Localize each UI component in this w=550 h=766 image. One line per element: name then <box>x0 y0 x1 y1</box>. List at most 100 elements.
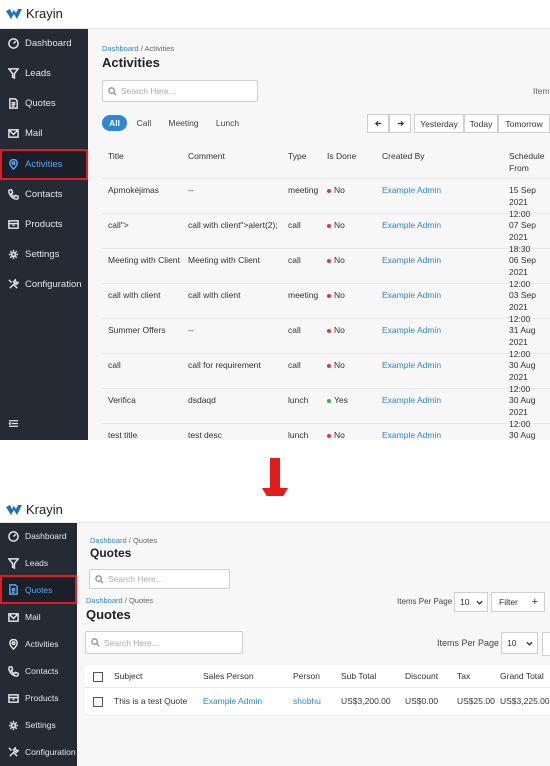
items-per-page-select-ghost[interactable]: 10 <box>454 592 488 612</box>
search-input[interactable]: Search Here... <box>85 631 243 654</box>
created-by-link[interactable]: Example Admin <box>382 254 441 266</box>
column-header-comment[interactable]: Comment <box>188 150 225 162</box>
app-logo[interactable]: Krayin <box>6 6 63 21</box>
column-header-title[interactable]: Title <box>108 150 124 162</box>
done-value: No <box>334 360 345 370</box>
app-logo[interactable]: Krayin <box>6 502 63 517</box>
items-per-page-select[interactable]: 10 <box>501 632 538 654</box>
sidebar-item-products[interactable]: Products <box>0 685 77 711</box>
sidebar-item-label: Contacts <box>25 188 63 200</box>
yesterday-button[interactable]: Yesterday <box>414 114 464 133</box>
sidebar-item-label: Configuration <box>25 747 76 757</box>
search-input-ghost[interactable]: Search Here... <box>89 569 230 589</box>
table-header: Subject Sales Person Person Sub Total Di… <box>85 665 550 688</box>
search-placeholder: Search Here... <box>108 574 163 584</box>
created-by-link[interactable]: Example Admin <box>382 184 441 196</box>
table-row[interactable]: Meeting with Client Meeting with Client ca… <box>102 248 550 289</box>
sidebar-item-activities[interactable]: Activities <box>0 631 77 657</box>
created-by-link[interactable]: Example Admin <box>382 394 441 406</box>
sidebar-item-dashboard[interactable]: Dashboard <box>0 29 88 57</box>
sidebar-item-products[interactable]: Products <box>0 210 88 238</box>
filter-button-edge[interactable] <box>542 632 550 656</box>
sidebar-item-configuration[interactable]: Configuration <box>0 270 88 298</box>
table-row[interactable]: Verifica dsdaqd lunch Yes Example Admin 30 Au… <box>102 388 550 429</box>
sidebar-item-contacts[interactable]: Contacts <box>0 180 88 208</box>
select-all-checkbox[interactable] <box>93 672 103 682</box>
created-by-link[interactable]: Example Admin <box>382 359 441 371</box>
created-by-link[interactable]: Example Admin <box>382 429 441 440</box>
wrench-icon <box>6 277 20 291</box>
search-input[interactable]: Search Here... <box>102 80 258 102</box>
column-header-subject[interactable]: Subject <box>114 670 142 682</box>
activity-comment: Meeting with Client <box>188 255 260 265</box>
search-placeholder: Search Here... <box>121 86 176 96</box>
filter-call-tab[interactable]: Call <box>133 115 155 131</box>
activity-title: call with client <box>108 290 161 300</box>
chevron-down-icon <box>476 600 483 605</box>
table-row[interactable]: test title test desc lunch No Example Admin 3… <box>102 423 550 440</box>
sidebar-item-label: Leads <box>25 67 51 79</box>
table-row[interactable]: This is a test Quote Example Admin shobh… <box>85 687 550 716</box>
table-row[interactable]: Apmokėjimas -- meeting No Example Admin 15 Se… <box>102 178 550 219</box>
table-row[interactable]: call with client call with client meeting N… <box>102 283 550 324</box>
column-header-sales-person[interactable]: Sales Person <box>203 670 254 682</box>
created-by-link[interactable]: Example Admin <box>382 289 441 301</box>
column-header-created-by[interactable]: Created By <box>382 150 425 162</box>
prev-date-button[interactable] <box>367 114 389 133</box>
column-header-person[interactable]: Person <box>293 670 320 682</box>
quotes-screenshot: Krayin Dashboard Leads Quotes Mail Activ… <box>0 496 550 766</box>
created-by-link[interactable]: Example Admin <box>382 324 441 336</box>
column-header-discount[interactable]: Discount <box>405 670 438 682</box>
sidebar-item-quotes[interactable]: Quotes <box>0 575 77 604</box>
sidebar-item-leads[interactable]: Leads <box>0 59 88 87</box>
column-header-grand-total[interactable]: Grand Total <box>500 670 544 682</box>
filter-meeting-tab[interactable]: Meeting <box>165 115 202 131</box>
sidebar-item-quotes[interactable]: Quotes <box>0 89 88 117</box>
activity-comment: -- <box>188 185 194 195</box>
sidebar-item-mail[interactable]: Mail <box>0 119 88 147</box>
person-link[interactable]: shobhu <box>293 695 321 707</box>
sidebar-item-contacts[interactable]: Contacts <box>0 658 77 684</box>
next-date-button[interactable] <box>389 114 411 133</box>
created-by-link[interactable]: Example Admin <box>382 219 441 231</box>
column-header-schedule-from[interactable]: Schedule From <box>509 150 549 174</box>
table-row[interactable]: Summer Offers -- call No Example Admin 31 Aug… <box>102 318 550 359</box>
column-header-tax[interactable]: Tax <box>457 670 470 682</box>
filter-all-tab[interactable]: All <box>102 115 127 131</box>
filter-lunch-tab[interactable]: Lunch <box>212 115 243 131</box>
sidebar-item-dashboard[interactable]: Dashboard <box>0 523 77 549</box>
sidebar-item-label: Products <box>25 218 63 230</box>
collapse-sidebar-icon[interactable] <box>8 418 19 432</box>
sidebar-item-label: Settings <box>25 248 60 260</box>
sidebar-item-mail[interactable]: Mail <box>0 604 77 630</box>
sidebar-item-label: Settings <box>25 720 56 730</box>
sidebar-item-settings[interactable]: Settings <box>0 712 77 738</box>
page-title: Quotes <box>86 607 131 622</box>
table-row[interactable]: call"> call with client">alert(2); call No E… <box>102 213 550 254</box>
filter-button[interactable]: Filter + <box>491 592 545 612</box>
sidebar-item-configuration[interactable]: Configuration <box>0 739 77 765</box>
column-header-sub-total[interactable]: Sub Total <box>341 670 376 682</box>
app-name: Krayin <box>26 502 63 517</box>
activity-done: No <box>327 429 345 440</box>
today-button[interactable]: Today <box>464 114 498 133</box>
sidebar-item-label: Activities <box>25 639 59 649</box>
sales-person-link[interactable]: Example Admin <box>203 695 262 707</box>
row-checkbox[interactable] <box>93 697 103 707</box>
tomorrow-button[interactable]: Tomorrow <box>498 114 550 133</box>
breadcrumb-dashboard-link[interactable]: Dashboard <box>90 536 127 545</box>
sidebar-item-activities[interactable]: Activities <box>0 149 88 180</box>
sidebar-item-leads[interactable]: Leads <box>0 550 77 576</box>
column-header-is-done[interactable]: Is Done <box>327 150 356 162</box>
search-icon <box>108 86 117 96</box>
breadcrumb-dashboard-link[interactable]: Dashboard <box>102 44 139 53</box>
pin-icon <box>6 637 20 651</box>
box-icon <box>6 217 20 231</box>
sidebar-item-settings[interactable]: Settings <box>0 240 88 268</box>
column-header-type[interactable]: Type <box>288 150 306 162</box>
breadcrumb-dashboard-link[interactable]: Dashboard <box>86 596 123 605</box>
activity-title: Verifica <box>108 395 136 405</box>
activities-screenshot: Krayin Dashboard Leads Quotes Mail Activ… <box>0 0 550 440</box>
table-row[interactable]: call call for requirement call No Example Ad… <box>102 353 550 394</box>
done-value: No <box>334 430 345 440</box>
